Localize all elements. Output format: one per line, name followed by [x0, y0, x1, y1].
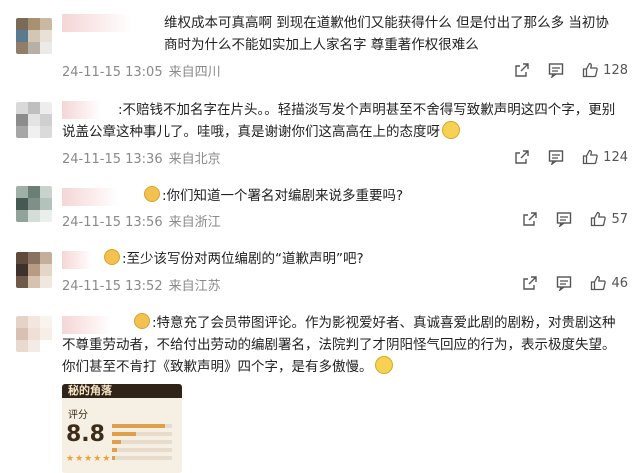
comment-actions: 46 — [504, 272, 628, 294]
share-icon — [515, 150, 529, 164]
comment-date: 24-11-15 13:56 — [62, 215, 163, 230]
like-icon — [591, 275, 607, 291]
rating-bar — [112, 440, 172, 444]
like-icon — [591, 211, 607, 227]
comment-actions: 57 — [504, 208, 628, 230]
avatar[interactable] — [16, 252, 52, 288]
comment-icon — [557, 212, 572, 227]
share-button[interactable] — [522, 211, 538, 227]
comment-meta: 24-11-15 13:52 来自江苏 — [62, 275, 221, 294]
comment-icon — [557, 276, 572, 291]
share-icon — [523, 212, 538, 226]
comment-icon — [548, 63, 564, 78]
like-count: 128 — [603, 62, 628, 78]
image-stars: ★★★★★ — [66, 454, 112, 464]
like-icon — [583, 149, 598, 165]
emoji-badge-icon — [144, 186, 160, 202]
comment-actions: 128 — [496, 59, 628, 81]
like-button[interactable]: 128 — [582, 62, 628, 78]
comment-meta: 24-11-15 13:56 来自浙江 — [62, 211, 221, 230]
avatar[interactable] — [16, 102, 52, 138]
username-blurred[interactable] — [62, 251, 104, 269]
avatar[interactable] — [16, 186, 52, 222]
rating-bar — [112, 456, 172, 460]
reply-button[interactable] — [548, 62, 564, 78]
emoji-badge-icon — [104, 249, 120, 265]
rating-bar — [112, 432, 172, 436]
image-score: 8.8 — [66, 422, 105, 447]
avatar[interactable] — [16, 316, 52, 352]
attached-image[interactable]: 秘的角落 评分 8.8 ★★★★★ — [62, 384, 182, 473]
like-count: 46 — [611, 275, 628, 291]
share-button[interactable] — [514, 149, 530, 165]
comment-meta: 24-11-15 13:36 来自北京 — [62, 148, 221, 167]
comment-icon — [548, 150, 564, 165]
image-title: 秘的角落 — [68, 384, 112, 397]
comment-actions: 124 — [496, 146, 628, 168]
comment-meta: 24-11-15 13:05 来自四川 — [62, 61, 221, 80]
comment-location: 来自江苏 — [168, 279, 221, 294]
smile-emoji-icon — [442, 121, 460, 139]
share-icon — [523, 276, 538, 290]
like-count: 124 — [603, 149, 628, 165]
comment-date: 24-11-15 13:05 — [62, 65, 163, 80]
share-icon — [515, 63, 529, 77]
emoji-badge-icon — [134, 313, 150, 329]
comment-text-content: :你们知道一个署名对编剧来说多重要吗? — [162, 188, 404, 204]
like-icon — [583, 62, 598, 78]
comment-location: 来自北京 — [168, 152, 221, 167]
comment-text-content: :不赔钱不加名字在片头。。轻描淡写发个声明甚至不舍得写致歉声明这四个字，更别说盖… — [62, 102, 616, 140]
comment-text-content: 维权成本可真高啊 到现在道歉他们又能获得什么 但是付出了那么多 当初协商时为什么… — [164, 15, 609, 53]
like-button[interactable]: 57 — [590, 211, 628, 227]
like-count: 57 — [611, 211, 628, 227]
comment-text-content: :至少该写份对两位编剧的“道歉声明”吧? — [122, 251, 364, 267]
image-score-label: 评分 — [68, 410, 88, 421]
comment-text: 维权成本可真高啊 到现在道歉他们又能获得什么 但是付出了那么多 当初协商时为什么… — [164, 12, 620, 56]
comment-location: 来自浙江 — [168, 215, 221, 230]
like-button[interactable]: 46 — [590, 275, 628, 291]
comment-date: 24-11-15 13:52 — [62, 279, 163, 294]
reply-button[interactable] — [556, 275, 572, 291]
username-blurred[interactable] — [62, 14, 162, 32]
comment-text: :不赔钱不加名字在片头。。轻描淡写发个声明甚至不舍得写致歉声明这四个字，更别说盖… — [62, 99, 620, 143]
rating-bar — [112, 424, 172, 428]
comment-text: :至少该写份对两位编剧的“道歉声明”吧? — [104, 248, 620, 270]
smile-emoji-icon — [374, 356, 393, 374]
username-blurred[interactable] — [62, 188, 142, 206]
like-button[interactable]: 124 — [582, 149, 628, 165]
comment-location: 来自四川 — [168, 65, 221, 80]
reply-button[interactable] — [556, 211, 572, 227]
rating-bar — [112, 448, 172, 452]
reply-button[interactable] — [548, 149, 564, 165]
share-button[interactable] — [514, 62, 530, 78]
avatar[interactable] — [16, 18, 52, 54]
share-button[interactable] — [522, 275, 538, 291]
comment-text: :你们知道一个署名对编剧来说多重要吗? — [144, 185, 620, 207]
comment-date: 24-11-15 13:36 — [62, 152, 163, 167]
comment-text: :特意充了会员带图评论。作为影视爱好者、真诚喜爱此剧的剧粉，对贵剧这种不尊重劳动… — [62, 312, 622, 378]
